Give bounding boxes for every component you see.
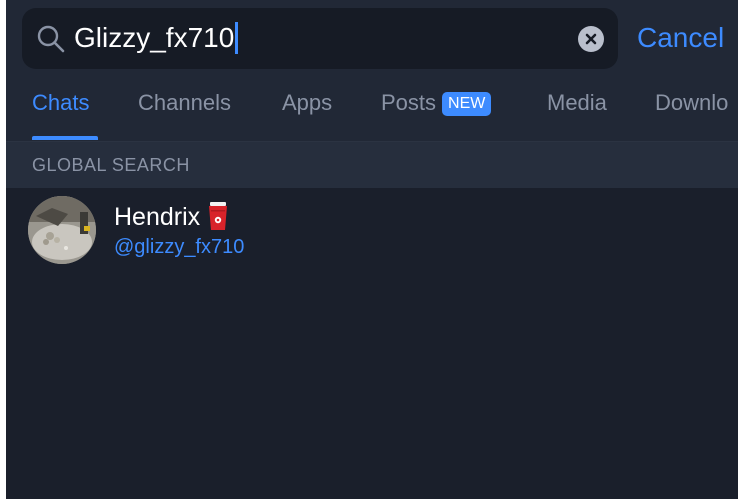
cancel-button[interactable]: Cancel [637,20,724,56]
contact-username: @glizzy_fx710 [114,236,245,258]
tab-label: Channels [138,90,231,115]
tab-chats[interactable]: Chats [32,90,89,116]
search-icon [36,24,66,54]
section-title: GLOBAL SEARCH [32,155,190,175]
search-tabs: Chats Channels Apps Posts NEW Media Downl… [6,78,738,142]
tab-downloads[interactable]: Downlo [655,90,728,116]
new-badge: NEW [442,92,492,116]
search-field[interactable]: Glizzy_fx710 [22,8,618,69]
search-result-row[interactable]: Hendrix @glizzy_fx710 [6,188,738,272]
tab-channels[interactable]: Channels [138,90,231,116]
clear-search-button[interactable] [578,26,604,52]
search-query-text: Glizzy_fx710 [74,22,235,53]
tab-label: Chats [32,90,90,115]
tab-label: Downlo [655,90,729,115]
avatar [28,196,96,264]
tab-apps[interactable]: Apps [282,90,332,116]
tab-posts[interactable]: Posts NEW [381,90,492,116]
search-header: Glizzy_fx710 Cancel [6,0,738,78]
contact-name: Hendrix [114,202,228,232]
tab-media[interactable]: Media [547,90,607,116]
tab-label: Apps [282,90,333,115]
contact-name-text: Hendrix [114,203,201,231]
red-cup-icon [208,202,228,230]
section-header: GLOBAL SEARCH [6,142,738,188]
active-tab-indicator [32,136,98,140]
text-caret [235,21,239,54]
app-screen: Glizzy_fx710 Cancel Chats Channels Apps … [0,0,738,499]
close-icon [585,33,597,45]
tab-label: Posts [381,90,437,115]
tab-label: Media [547,90,607,115]
search-input[interactable]: Glizzy_fx710 [74,20,239,56]
